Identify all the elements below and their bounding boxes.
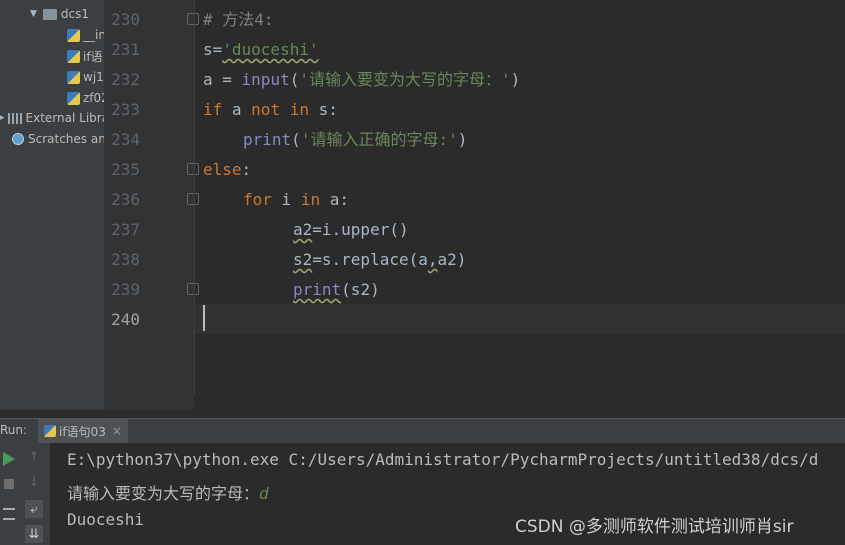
- console-command-line: E:\python37\python.exe C:/Users/Administ…: [67, 450, 819, 469]
- line-number: 235: [111, 160, 140, 179]
- code-line-234: print('请输入正确的字母:'): [243, 130, 468, 149]
- tree-item-label: if语: [83, 49, 103, 64]
- code-line-239: print(s2): [293, 280, 380, 299]
- line-number: 231: [111, 40, 140, 59]
- watermark: CSDN @多测师软件测试培训师肖sir: [515, 517, 794, 537]
- code-line-233: if a not in s:: [203, 100, 338, 119]
- tree-item-label: zf02: [83, 91, 104, 105]
- line-number: 237: [111, 220, 140, 239]
- project-panel: ▼ dcs1 __in if语 wj1 zf02 ▸ External Libr…: [0, 0, 104, 410]
- scratches-icon: [12, 133, 24, 145]
- console-user-input: d: [259, 484, 269, 503]
- tree-item-file[interactable]: zf02: [67, 88, 104, 108]
- tree-item-label: External Libra: [25, 111, 104, 125]
- python-file-icon: [67, 70, 80, 84]
- arrow-up-icon[interactable]: ↑: [25, 448, 43, 466]
- scroll-to-end-icon[interactable]: ⇊: [25, 525, 43, 543]
- soft-wrap-icon[interactable]: ⤶: [25, 500, 43, 518]
- console-prompt-line: 请输入要变为大写的字母：d: [67, 484, 269, 503]
- tree-item-file[interactable]: if语: [67, 46, 103, 66]
- folder-icon: [42, 8, 57, 20]
- tree-item-file[interactable]: wj1: [67, 67, 104, 87]
- library-icon: [7, 112, 22, 124]
- line-number: 234: [111, 130, 140, 149]
- stop-icon[interactable]: [0, 475, 18, 493]
- line-number: 238: [111, 250, 140, 269]
- layout-icon[interactable]: [0, 505, 18, 523]
- tree-item-label: wj1: [83, 70, 104, 84]
- collapsed-triangle-icon[interactable]: ▸: [0, 113, 5, 123]
- line-number: 232: [111, 70, 140, 89]
- python-file-icon: [67, 28, 80, 42]
- console-result-line: Duoceshi: [67, 510, 145, 529]
- tree-item-label: dcs1: [60, 7, 90, 21]
- code-line-231: s='duoceshi': [203, 40, 319, 59]
- line-number-current: 240: [111, 310, 140, 329]
- text-caret: [203, 305, 205, 331]
- expand-triangle-icon[interactable]: ▼: [30, 9, 37, 19]
- close-icon[interactable]: ×: [112, 424, 122, 438]
- code-line-236: for i in a:: [243, 190, 349, 209]
- python-file-icon: [67, 91, 80, 105]
- code-line-230: # 方法4:: [203, 10, 274, 29]
- line-number: 236: [111, 190, 140, 209]
- line-number: 230: [111, 10, 140, 29]
- arrow-down-icon[interactable]: ↓: [25, 473, 43, 491]
- run-toolbar: ↑ ↓ ⤶ ⇊: [0, 443, 50, 545]
- tree-item-label: __in: [83, 28, 104, 42]
- python-file-icon: [67, 49, 80, 63]
- run-tab-label: if语句03: [59, 424, 106, 439]
- tree-item-file[interactable]: __in: [67, 25, 104, 45]
- line-number: 239: [111, 280, 140, 299]
- run-label: Run:: [0, 423, 28, 437]
- line-number: 233: [111, 100, 140, 119]
- tree-item-dcs1[interactable]: ▼ dcs1: [30, 4, 89, 24]
- code-line-235: else:: [203, 160, 252, 179]
- code-line-232: a = input('请输入要变为大写的字母：'): [203, 70, 521, 89]
- rerun-icon[interactable]: [0, 450, 18, 468]
- run-tab[interactable]: if语句03 ×: [38, 419, 128, 443]
- code-line-238: s2=s.replace(a,a2): [293, 250, 467, 269]
- python-file-icon: [44, 425, 56, 437]
- tree-item-external-libraries[interactable]: ▸ External Libra: [0, 108, 104, 128]
- code-line-237: a2=i.upper(): [293, 220, 409, 239]
- tree-item-scratches[interactable]: Scratches an: [12, 129, 104, 149]
- tree-item-label: Scratches an: [28, 132, 104, 146]
